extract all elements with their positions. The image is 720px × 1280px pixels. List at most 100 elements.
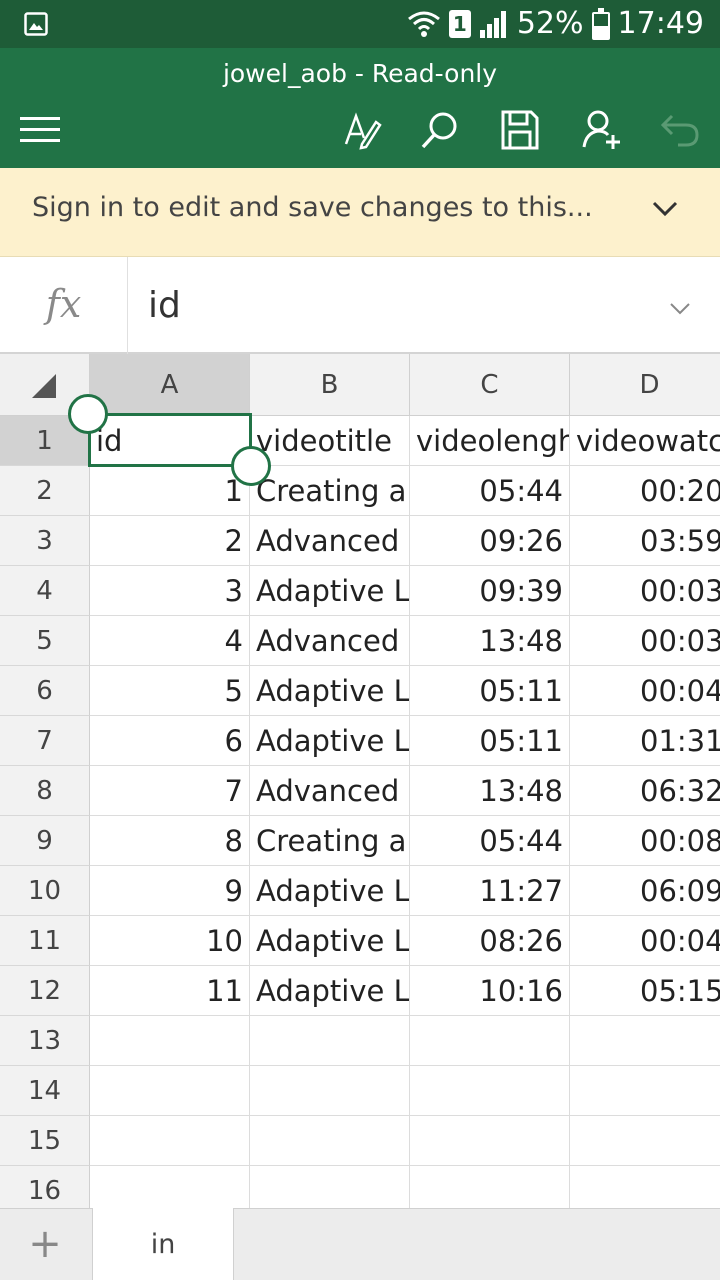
cell-d7[interactable]: 01:31 [570, 716, 720, 766]
cell-b4[interactable]: Adaptive L [250, 566, 410, 616]
cell-b8[interactable]: Advanced [250, 766, 410, 816]
cell-a2[interactable]: 1 [90, 466, 250, 516]
cell-b10[interactable]: Adaptive L [250, 866, 410, 916]
cell-a8[interactable]: 7 [90, 766, 250, 816]
cell-d1[interactable]: videowatc [570, 416, 720, 466]
cell-d15[interactable] [570, 1116, 720, 1166]
cell-d2[interactable]: 00:20 [570, 466, 720, 516]
cell-d16[interactable] [570, 1166, 720, 1208]
cell-c10[interactable]: 11:27 [410, 866, 570, 916]
sheet-tab[interactable]: in [92, 1208, 234, 1280]
save-button[interactable] [496, 106, 544, 154]
cell-b13[interactable] [250, 1016, 410, 1066]
share-button[interactable] [578, 106, 626, 154]
cell-b9[interactable]: Creating a [250, 816, 410, 866]
cell-c16[interactable] [410, 1166, 570, 1208]
cell-a7[interactable]: 6 [90, 716, 250, 766]
cell-d5[interactable]: 00:03 [570, 616, 720, 666]
save-icon [501, 110, 539, 150]
cell-a11[interactable]: 10 [90, 916, 250, 966]
row-header-11[interactable]: 11 [0, 916, 90, 966]
cell-c9[interactable]: 05:44 [410, 816, 570, 866]
expand-formula-chevron-icon[interactable] [668, 299, 692, 317]
row-header-13[interactable]: 13 [0, 1016, 90, 1066]
row-header-15[interactable]: 15 [0, 1116, 90, 1166]
column-header-a[interactable]: A [90, 354, 250, 416]
cell-b11[interactable]: Adaptive L [250, 916, 410, 966]
cell-c3[interactable]: 09:26 [410, 516, 570, 566]
cell-d4[interactable]: 00:03 [570, 566, 720, 616]
cell-c7[interactable]: 05:11 [410, 716, 570, 766]
cell-c6[interactable]: 05:11 [410, 666, 570, 716]
cell-d14[interactable] [570, 1066, 720, 1116]
row-header-14[interactable]: 14 [0, 1066, 90, 1116]
battery-icon [591, 8, 610, 40]
cell-c4[interactable]: 09:39 [410, 566, 570, 616]
cell-a13[interactable] [90, 1016, 250, 1066]
cell-a3[interactable]: 2 [90, 516, 250, 566]
row-header-9[interactable]: 9 [0, 816, 90, 866]
selection-handle-start[interactable] [68, 394, 108, 434]
row-header-4[interactable]: 4 [0, 566, 90, 616]
column-header-b[interactable]: B [250, 354, 410, 416]
cell-c12[interactable]: 10:16 [410, 966, 570, 1016]
cell-b3[interactable]: Advanced [250, 516, 410, 566]
cell-b14[interactable] [250, 1066, 410, 1116]
cell-c5[interactable]: 13:48 [410, 616, 570, 666]
cell-a15[interactable] [90, 1116, 250, 1166]
cell-b5[interactable]: Advanced [250, 616, 410, 666]
cell-a1[interactable]: id [90, 416, 250, 466]
cell-c1[interactable]: videolengh [410, 416, 570, 466]
cell-d8[interactable]: 06:32 [570, 766, 720, 816]
cell-a5[interactable]: 4 [90, 616, 250, 666]
row-header-12[interactable]: 12 [0, 966, 90, 1016]
search-button[interactable] [416, 106, 464, 154]
undo-button[interactable] [656, 106, 704, 154]
cell-a4[interactable]: 3 [90, 566, 250, 616]
cell-d13[interactable] [570, 1016, 720, 1066]
cell-b15[interactable] [250, 1116, 410, 1166]
spreadsheet-grid[interactable]: A B C D 1 id videotitle videolengh videowatc 2 1 Cr… [0, 354, 720, 1208]
menu-button[interactable] [16, 106, 64, 154]
sign-in-banner[interactable]: Sign in to edit and save changes to this… [0, 168, 720, 257]
cell-b1[interactable]: videotitle [250, 416, 410, 466]
row-header-8[interactable]: 8 [0, 766, 90, 816]
row-header-7[interactable]: 7 [0, 716, 90, 766]
cell-d10[interactable]: 06:09 [570, 866, 720, 916]
cell-c15[interactable] [410, 1116, 570, 1166]
cell-a6[interactable]: 5 [90, 666, 250, 716]
cell-b12[interactable]: Adaptive L [250, 966, 410, 1016]
cell-d9[interactable]: 00:08 [570, 816, 720, 866]
cell-c14[interactable] [410, 1066, 570, 1116]
selection-handle-end[interactable] [231, 446, 271, 486]
column-header-d[interactable]: D [570, 354, 720, 416]
formula-input[interactable]: id [148, 257, 181, 354]
cell-d6[interactable]: 00:04 [570, 666, 720, 716]
add-sheet-button[interactable]: + [0, 1209, 90, 1280]
cell-d11[interactable]: 00:04 [570, 916, 720, 966]
cell-c2[interactable]: 05:44 [410, 466, 570, 516]
cell-b16[interactable] [250, 1166, 410, 1208]
cell-b7[interactable]: Adaptive L [250, 716, 410, 766]
column-header-c[interactable]: C [410, 354, 570, 416]
row-header-6[interactable]: 6 [0, 666, 90, 716]
row-header-10[interactable]: 10 [0, 866, 90, 916]
row-header-16[interactable]: 16 [0, 1166, 90, 1208]
row-header-5[interactable]: 5 [0, 616, 90, 666]
cell-b6[interactable]: Adaptive L [250, 666, 410, 716]
cell-a16[interactable] [90, 1166, 250, 1208]
row-header-2[interactable]: 2 [0, 466, 90, 516]
chevron-down-icon[interactable] [650, 196, 680, 220]
cell-a12[interactable]: 11 [90, 966, 250, 1016]
cell-a10[interactable]: 9 [90, 866, 250, 916]
cell-d3[interactable]: 03:59 [570, 516, 720, 566]
cell-c8[interactable]: 13:48 [410, 766, 570, 816]
cell-c13[interactable] [410, 1016, 570, 1066]
row-header-3[interactable]: 3 [0, 516, 90, 566]
cell-a9[interactable]: 8 [90, 816, 250, 866]
cell-c11[interactable]: 08:26 [410, 916, 570, 966]
cell-a14[interactable] [90, 1066, 250, 1116]
cell-d12[interactable]: 05:15 [570, 966, 720, 1016]
draw-button[interactable] [338, 106, 386, 154]
cell-b2[interactable]: Creating a [250, 466, 410, 516]
